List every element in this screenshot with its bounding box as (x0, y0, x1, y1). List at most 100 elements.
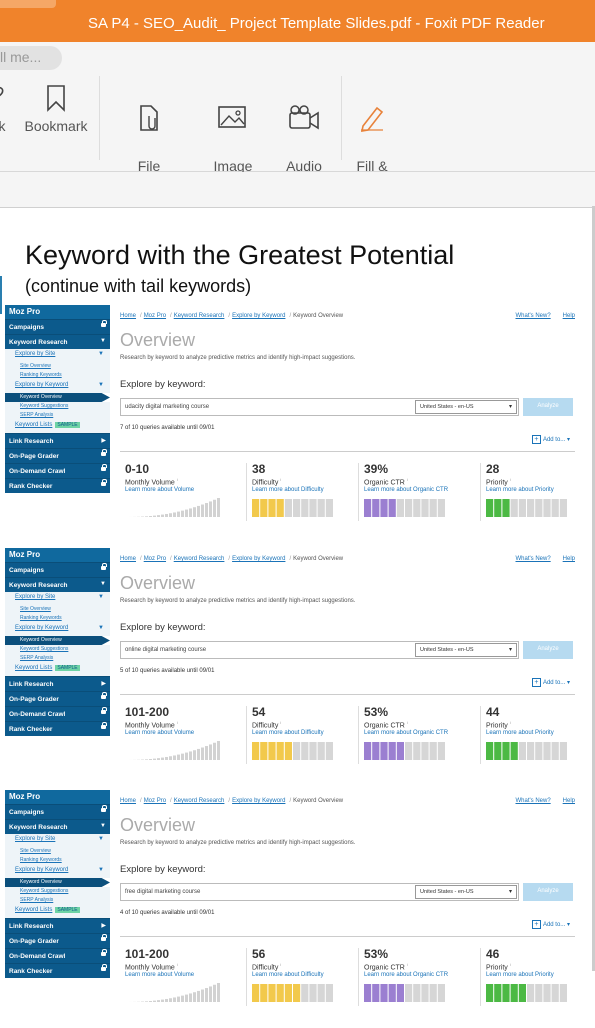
learn-more-link[interactable]: Learn more about Priority (486, 972, 595, 978)
whats-new-link[interactable]: What's New? (516, 798, 551, 804)
sidebar-item-serp-analysis[interactable]: SERP Analysis (5, 411, 110, 420)
lock-icon (101, 467, 106, 471)
priority-segment (519, 499, 526, 517)
sidebar-item-keyword-research[interactable]: Keyword Research▼ (5, 334, 110, 349)
learn-more-link[interactable]: Learn more about Priority (486, 730, 595, 736)
help-link[interactable]: Help (563, 556, 575, 562)
sidebar-item-serp-analysis[interactable]: SERP Analysis (5, 654, 110, 663)
slide-subtitle: (continue with tail keywords) (25, 276, 251, 297)
priority-segment (527, 984, 534, 1002)
metric-volume: 101-200 Monthly Volume i Learn more abou… (125, 947, 240, 978)
analyze-button[interactable]: Analyze (523, 398, 573, 416)
learn-more-link[interactable]: Learn more about Volume (125, 487, 240, 493)
breadcrumb-item[interactable]: Home (120, 798, 136, 804)
learn-more-link[interactable]: Learn more about Volume (125, 972, 240, 978)
learn-more-link[interactable]: Learn more about Organic CTR (364, 730, 479, 736)
sidebar-item-on-demand-crawl[interactable]: On-Demand Crawl (5, 948, 110, 963)
sidebar-item-serp-analysis[interactable]: SERP Analysis (5, 896, 110, 905)
help-link[interactable]: Help (563, 798, 575, 804)
sidebar-item-keyword-suggestions[interactable]: Keyword Suggestions (5, 402, 110, 411)
metric-volume: 0-10 Monthly Volume i Learn more about V… (125, 462, 240, 493)
sidebar-item-explore-by-keyword[interactable]: Explore by Keyword▼ (5, 865, 110, 878)
locale-select[interactable]: United States - en-US (415, 643, 517, 657)
sidebar-item-keyword-lists[interactable]: Keyword ListsSAMPLE (5, 905, 110, 918)
sidebar-item-keyword-overview[interactable]: Keyword Overview (5, 393, 110, 402)
tell-me-search[interactable]: ll me... (0, 46, 62, 70)
sidebar-item-on-page-grader[interactable]: On-Page Grader (5, 933, 110, 948)
breadcrumb-item[interactable]: Moz Pro (144, 313, 166, 319)
learn-more-link[interactable]: Learn more about Difficulty (252, 487, 367, 493)
sidebar-item-campaigns[interactable]: Campaigns (5, 804, 110, 819)
sidebar-item-label: Link Research (9, 681, 53, 688)
sidebar-item-campaigns[interactable]: Campaigns (5, 319, 110, 334)
sidebar-item-site-overview[interactable]: Site Overview (5, 847, 110, 856)
sidebar-item-keyword-lists[interactable]: Keyword ListsSAMPLE (5, 420, 110, 433)
sidebar-item-keyword-suggestions[interactable]: Keyword Suggestions (5, 887, 110, 896)
sidebar-item-rank-checker[interactable]: Rank Checker (5, 721, 110, 736)
ribbon-separator (99, 76, 100, 160)
bookmark-button[interactable]: Bookmark (20, 84, 92, 136)
breadcrumb-item[interactable]: Home (120, 313, 136, 319)
sample-badge: SAMPLE (55, 907, 79, 913)
learn-more-link[interactable]: Learn more about Organic CTR (364, 487, 479, 493)
link-button[interactable]: k (0, 84, 10, 136)
metric-label: Difficulty i (252, 477, 367, 486)
sidebar-item-on-demand-crawl[interactable]: On-Demand Crawl (5, 706, 110, 721)
sidebar-item-site-overview[interactable]: Site Overview (5, 605, 110, 614)
difficulty-segment (326, 742, 333, 760)
sidebar-item-ranking-keywords[interactable]: Ranking Keywords (5, 371, 110, 380)
locale-select[interactable]: United States - en-US (415, 885, 517, 899)
learn-more-link[interactable]: Learn more about Difficulty (252, 972, 367, 978)
breadcrumb-item[interactable]: Home (120, 556, 136, 562)
breadcrumb-item[interactable]: Moz Pro (144, 556, 166, 562)
sidebar-item-keyword-suggestions[interactable]: Keyword Suggestions (5, 645, 110, 654)
sidebar-item-rank-checker[interactable]: Rank Checker (5, 478, 110, 493)
breadcrumb-item[interactable]: Explore by Keyword (232, 798, 285, 804)
sidebar-item-explore-by-site[interactable]: Explore by Site▼ (5, 834, 110, 847)
sidebar-item-ranking-keywords[interactable]: Ranking Keywords (5, 856, 110, 865)
add-to-button[interactable]: +Add to... ▾ (532, 435, 570, 444)
help-link[interactable]: Help (563, 313, 575, 319)
sidebar-item-ranking-keywords[interactable]: Ranking Keywords (5, 614, 110, 623)
learn-more-link[interactable]: Learn more about Difficulty (252, 730, 367, 736)
whats-new-link[interactable]: What's New? (516, 313, 551, 319)
metric-label-text: Organic CTR (364, 964, 405, 971)
whats-new-link[interactable]: What's New? (516, 556, 551, 562)
breadcrumb-item[interactable]: Keyword Research (174, 313, 225, 319)
sidebar-item-on-page-grader[interactable]: On-Page Grader (5, 691, 110, 706)
learn-more-link[interactable]: Learn more about Volume (125, 730, 240, 736)
add-to-button[interactable]: +Add to... ▾ (532, 678, 570, 687)
sidebar-item-link-research[interactable]: Link Research▶ (5, 676, 110, 691)
sidebar-item-explore-by-keyword[interactable]: Explore by Keyword▼ (5, 623, 110, 636)
sidebar-item-on-page-grader[interactable]: On-Page Grader (5, 448, 110, 463)
sidebar-item-keyword-research[interactable]: Keyword Research▼ (5, 819, 110, 834)
plus-icon: + (532, 435, 541, 444)
breadcrumb-item[interactable]: Moz Pro (144, 798, 166, 804)
sidebar-item-keyword-overview[interactable]: Keyword Overview (5, 878, 110, 887)
breadcrumb-item[interactable]: Keyword Research (174, 798, 225, 804)
breadcrumb-item[interactable]: Keyword Research (174, 556, 225, 562)
sidebar-item-link-research[interactable]: Link Research▶ (5, 433, 110, 448)
sidebar-item-explore-by-site[interactable]: Explore by Site▼ (5, 592, 110, 605)
moz-overview-panel: Moz Pro Campaigns Keyword Research▼ Expl… (0, 305, 590, 543)
priority-segment (519, 742, 526, 760)
locale-select[interactable]: United States - en-US (415, 400, 517, 414)
breadcrumb-item[interactable]: Explore by Keyword (232, 556, 285, 562)
sidebar-item-on-demand-crawl[interactable]: On-Demand Crawl (5, 463, 110, 478)
sidebar-item-keyword-overview[interactable]: Keyword Overview (5, 636, 110, 645)
sidebar-item-site-overview[interactable]: Site Overview (5, 362, 110, 371)
add-to-button[interactable]: +Add to... ▾ (532, 920, 570, 929)
analyze-button[interactable]: Analyze (523, 641, 573, 659)
breadcrumb-item[interactable]: Explore by Keyword (232, 313, 285, 319)
sidebar-item-campaigns[interactable]: Campaigns (5, 562, 110, 577)
sidebar-item-keyword-lists[interactable]: Keyword ListsSAMPLE (5, 663, 110, 676)
chevron-down-icon: ▼ (100, 338, 106, 344)
learn-more-link[interactable]: Learn more about Organic CTR (364, 972, 479, 978)
sidebar-item-keyword-research[interactable]: Keyword Research▼ (5, 577, 110, 592)
analyze-button[interactable]: Analyze (523, 883, 573, 901)
ctr-segment (397, 742, 404, 760)
sidebar-item-explore-by-site[interactable]: Explore by Site▼ (5, 349, 110, 362)
sidebar-item-link-research[interactable]: Link Research▶ (5, 918, 110, 933)
sidebar-item-explore-by-keyword[interactable]: Explore by Keyword▼ (5, 380, 110, 393)
learn-more-link[interactable]: Learn more about Priority (486, 487, 595, 493)
